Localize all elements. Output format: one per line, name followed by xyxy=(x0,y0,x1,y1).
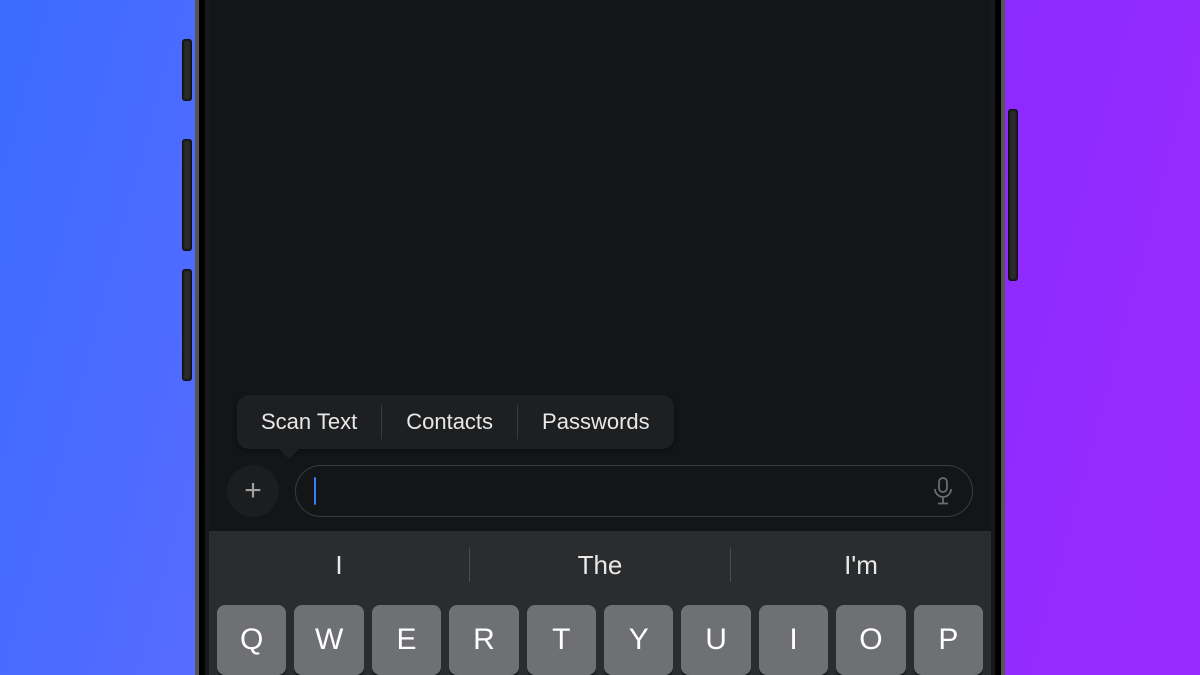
suggestion-2[interactable]: The xyxy=(470,550,730,581)
dictation-button[interactable] xyxy=(932,477,954,505)
keyboard: I The I'm Q W E R T Y U I O P xyxy=(209,531,991,675)
add-attachment-button[interactable]: + xyxy=(227,465,279,517)
key-w[interactable]: W xyxy=(294,605,363,675)
key-q[interactable]: Q xyxy=(217,605,286,675)
keyboard-row-1: Q W E R T Y U I O P xyxy=(209,599,991,675)
context-menu-popover: Scan Text Contacts Passwords xyxy=(237,395,674,449)
screen: Scan Text Contacts Passwords + xyxy=(209,0,991,675)
message-input-row: + xyxy=(209,457,991,531)
menu-item-scan-text[interactable]: Scan Text xyxy=(237,395,381,449)
key-t[interactable]: T xyxy=(527,605,596,675)
side-button-silent xyxy=(183,40,191,100)
key-e[interactable]: E xyxy=(372,605,441,675)
suggestion-1[interactable]: I xyxy=(209,550,469,581)
phone-frame: Scan Text Contacts Passwords + xyxy=(195,0,1005,675)
menu-item-contacts[interactable]: Contacts xyxy=(382,395,517,449)
message-input[interactable] xyxy=(295,465,973,517)
side-button-power xyxy=(1009,110,1017,280)
content-area xyxy=(209,0,991,395)
key-y[interactable]: Y xyxy=(604,605,673,675)
key-u[interactable]: U xyxy=(681,605,750,675)
suggestion-bar: I The I'm xyxy=(209,531,991,599)
plus-icon: + xyxy=(244,474,262,508)
mic-icon xyxy=(932,477,954,505)
menu-item-passwords[interactable]: Passwords xyxy=(518,395,674,449)
text-caret xyxy=(314,477,316,505)
key-p[interactable]: P xyxy=(914,605,983,675)
key-r[interactable]: R xyxy=(449,605,518,675)
side-button-volume-up xyxy=(183,140,191,250)
key-o[interactable]: O xyxy=(836,605,905,675)
side-button-volume-down xyxy=(183,270,191,380)
key-i[interactable]: I xyxy=(759,605,828,675)
phone-body: Scan Text Contacts Passwords + xyxy=(195,0,1005,675)
suggestion-3[interactable]: I'm xyxy=(731,550,991,581)
